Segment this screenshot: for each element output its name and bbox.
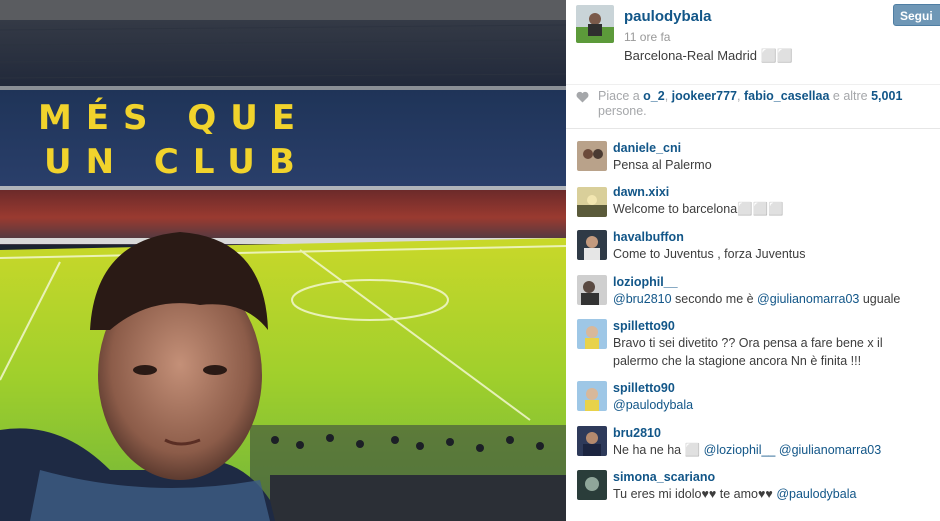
likes-row: Piace a o_2, jookeer777, fabio_casellaa … [566,84,940,128]
comments-list: daniele_cni Pensa al Palermo dawn.xixi W… [566,128,940,501]
stadium-mosaic-line1: MÉS QUE [38,98,310,138]
mention-link[interactable]: @paulodybala [776,487,856,501]
comment-username[interactable]: dawn.xixi [613,185,669,199]
mention-link[interactable]: @loziophil__ [704,443,776,457]
owner-avatar[interactable] [576,5,614,43]
commenter-avatar[interactable] [577,426,607,456]
commenter-avatar[interactable] [577,381,607,411]
comment-text-segment: Welcome to barcelona⬜⬜⬜ [613,202,784,216]
post-timestamp[interactable]: 11 ore fa [624,30,670,44]
comment-text-segment: Bravo ti sei divetito ?? Ora pensa a far… [613,336,883,368]
heart-icon[interactable] [576,91,589,103]
post-header: paulodybala 11 ore fa Barcelona-Real Mad… [566,0,940,84]
likes-count[interactable]: 5,001 [871,89,902,103]
comment-username[interactable]: havalbuffon [613,230,684,244]
post-photo: MÉS QUE UN CLUB [0,0,566,521]
mention-link[interactable]: @giulianomarra03 [779,443,881,457]
comment-text-segment: uguale [859,292,901,306]
liker-username[interactable]: o_2 [643,89,665,103]
commenter-avatar[interactable] [577,230,607,260]
mention-link[interactable]: @giulianomarra03 [757,292,859,306]
commenter-avatar[interactable] [577,141,607,171]
comment-text-segment: Tu eres mi idolo♥♥ te amo♥♥ [613,487,777,501]
comment-text: Come to Juventus , forza Juventus [613,245,923,263]
post-details-panel: paulodybala 11 ore fa Barcelona-Real Mad… [566,0,940,521]
comment-username[interactable]: spilletto90 [613,381,675,395]
comment-username[interactable]: loziophil__ [613,275,678,289]
likes-separator: , [664,89,672,103]
likes-suffix: persone. [598,104,647,118]
comment-text-segment: Come to Juventus , forza Juventus [613,247,806,261]
likes-separator: , [737,89,744,103]
commenter-avatar[interactable] [577,470,607,500]
likes-middle: e altre [829,89,872,103]
comment-text: Bravo ti sei divetito ?? Ora pensa a far… [613,334,923,370]
comment-text: Welcome to barcelona⬜⬜⬜ [613,200,923,218]
comment-text: @bru2810 secondo me è @giulianomarra03 u… [613,290,923,308]
likes-prefix: Piace a [598,89,644,103]
comment-text-segment: secondo me è [671,292,758,306]
owner-username[interactable]: paulodybala [624,8,712,25]
comment-username[interactable]: spilletto90 [613,319,675,333]
comment-text: @paulodybala [613,396,923,414]
comment-username[interactable]: daniele_cni [613,141,681,155]
comment-text-segment: Ne ha ne ha ⬜ [613,443,704,457]
stadium-selfie-image [0,0,566,521]
comment-text: Tu eres mi idolo♥♥ te amo♥♥ @paulodybala [613,485,923,503]
follow-button[interactable]: Segui [893,4,940,26]
stadium-mosaic-line2: UN CLUB [44,142,309,182]
comment-text: Ne ha ne ha ⬜ @loziophil__ @giulianomarr… [613,441,923,459]
commenter-avatar[interactable] [577,275,607,305]
comment-username[interactable]: simona_scariano [613,470,715,484]
comment-text-segment: Pensa al Palermo [613,158,712,172]
commenter-avatar[interactable] [577,319,607,349]
comment-username[interactable]: bru2810 [613,426,661,440]
liker-username[interactable]: jookeer777 [672,89,737,103]
likes-text: Piace a o_2, jookeer777, fabio_casellaa … [598,89,928,119]
liker-username[interactable]: fabio_casellaa [744,89,829,103]
mention-link[interactable]: @paulodybala [613,398,693,412]
post-caption: Barcelona-Real Madrid ⬜⬜ [624,48,793,63]
comment-text: Pensa al Palermo [613,156,923,174]
mention-link[interactable]: @bru2810 [613,292,672,306]
commenter-avatar[interactable] [577,187,607,217]
